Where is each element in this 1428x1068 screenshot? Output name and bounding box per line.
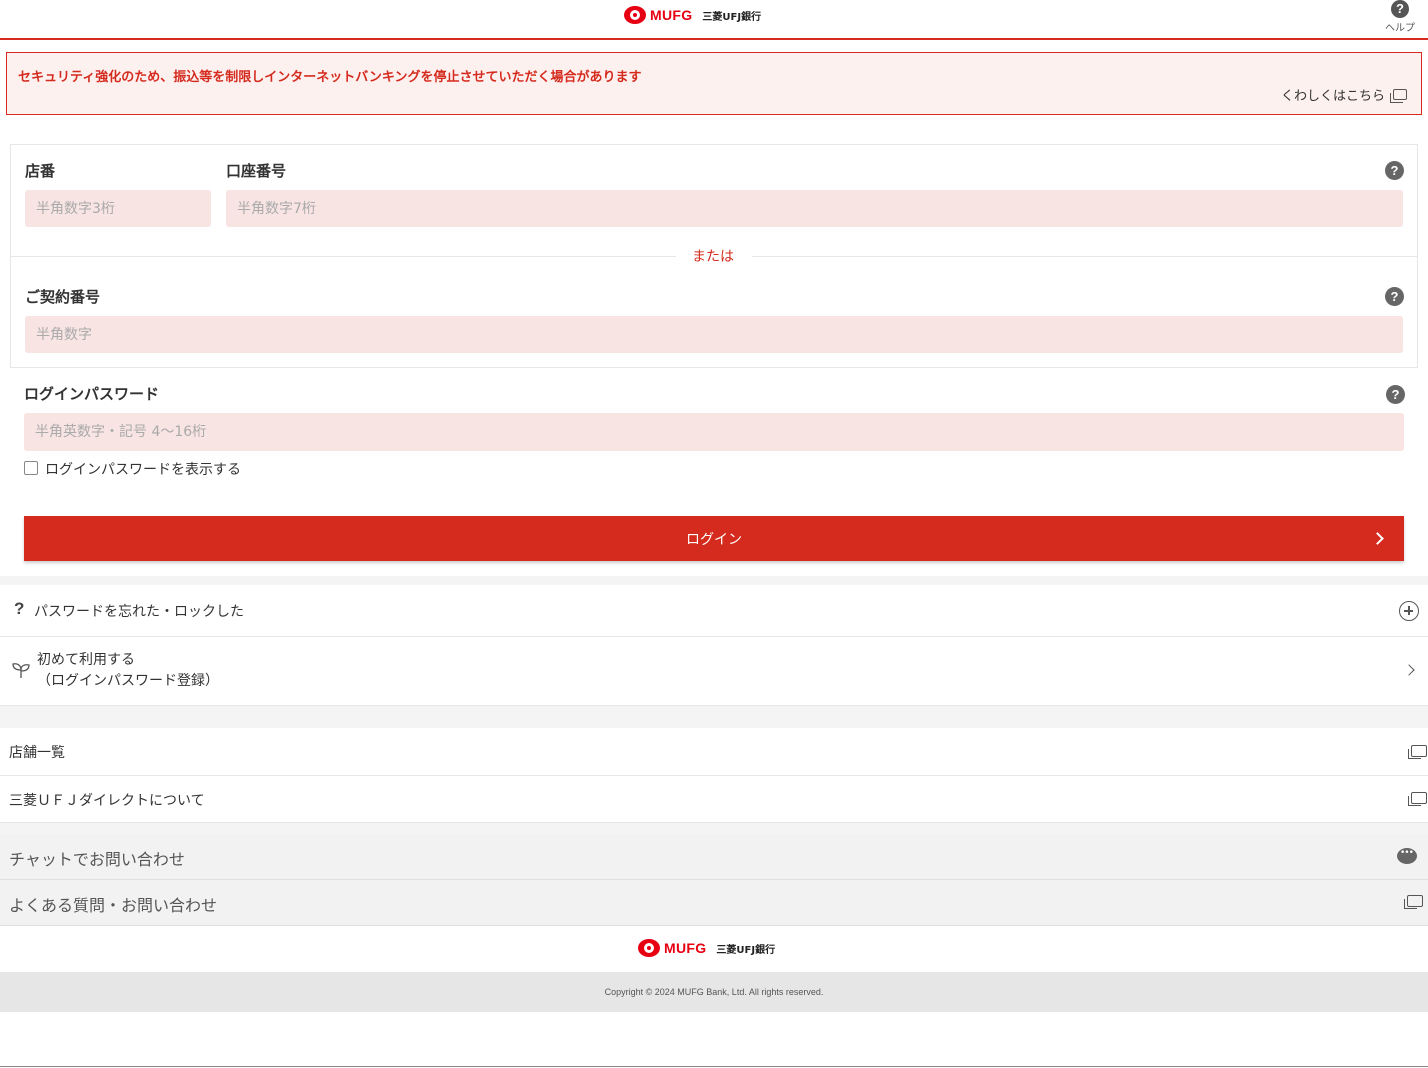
account-number-input[interactable] (226, 190, 1403, 227)
mufg-logo-mark-icon (638, 939, 660, 957)
account-label: 口座番号 (226, 162, 287, 180)
divider-right (752, 256, 1418, 257)
help-icon: ? (1391, 0, 1409, 18)
branch-number-input[interactable] (25, 190, 211, 227)
branch-list-label: 店舗一覧 (9, 745, 65, 761)
mufg-logo[interactable]: MUFG 三菱UFJ銀行 (624, 6, 761, 24)
about-direct-label: 三菱ＵＦＪダイレクトについて (9, 793, 205, 809)
help-label: ヘルプ (1385, 23, 1415, 34)
or-text: または (692, 249, 734, 265)
external-window-icon (1404, 895, 1423, 909)
help-button[interactable]: ? ヘルプ (1382, 0, 1418, 34)
chat-inquiry-row[interactable]: チャットでお問い合わせ (0, 834, 1428, 880)
header: MUFG 三菱UFJ銀行 ? ヘルプ (0, 0, 1428, 40)
footer-logo-sub: 三菱UFJ銀行 (716, 944, 776, 956)
login-button[interactable]: ログイン (24, 516, 1404, 561)
chat-bubble-icon (1397, 848, 1417, 864)
alert-details-link[interactable]: くわしくはこちら (1281, 85, 1407, 104)
external-window-icon (1390, 89, 1407, 103)
help-question-icon[interactable]: ? (1385, 161, 1404, 180)
faq-inquiry-row[interactable]: よくある質問・お問い合わせ (0, 880, 1428, 926)
help-question-icon[interactable]: ? (1385, 287, 1404, 306)
forgot-password-label: パスワードを忘れた・ロックした (34, 604, 244, 620)
question-mark-icon: ? (14, 599, 25, 618)
bottom-border (0, 1066, 1428, 1067)
footer-logo-text: MUFG (664, 940, 707, 956)
password-input[interactable] (24, 413, 1404, 451)
section-spacer (0, 823, 1428, 834)
security-alert: セキュリティ強化のため、振込等を制限しインターネットバンキングを停止させていただ… (6, 52, 1422, 115)
external-window-icon (1408, 792, 1427, 806)
password-label: ログインパスワード (24, 385, 160, 403)
branch-label: 店番 (25, 162, 56, 180)
show-password-checkbox[interactable] (24, 461, 38, 475)
section-spacer (0, 706, 1428, 728)
logo-text: MUFG (650, 7, 693, 23)
alert-message: セキュリティ強化のため、振込等を制限しインターネットバンキングを停止させていただ… (18, 70, 642, 85)
footer-logo-area: MUFG 三菱UFJ銀行 (0, 926, 1428, 972)
section-spacer (0, 576, 1428, 585)
sprout-icon (12, 663, 30, 678)
login-button-label: ログイン (686, 532, 742, 548)
chat-inquiry-label: チャットでお問い合わせ (9, 850, 185, 869)
show-password-label[interactable]: ログインパスワードを表示する (45, 459, 241, 479)
branch-list-row[interactable]: 店舗一覧 (0, 728, 1428, 776)
external-window-icon (1408, 745, 1427, 759)
contract-label: ご契約番号 (25, 288, 101, 306)
plus-circle-icon (1399, 601, 1419, 621)
alert-link-label: くわしくはこちら (1280, 89, 1385, 104)
chevron-right-icon (1403, 664, 1415, 676)
contract-number-input[interactable] (25, 316, 1403, 353)
footer-mufg-logo[interactable]: MUFG 三菱UFJ銀行 (638, 939, 775, 957)
first-time-label-line1: 初めて利用する (37, 652, 135, 668)
first-time-row[interactable]: 初めて利用する （ログインパスワード登録） (0, 637, 1428, 706)
first-time-label-line2: （ログインパスワード登録） (37, 673, 219, 689)
help-question-icon[interactable]: ? (1386, 385, 1405, 404)
faq-inquiry-label: よくある質問・お問い合わせ (9, 896, 218, 915)
copyright: Copyright © 2024 MUFG Bank, Ltd. All rig… (0, 972, 1428, 1012)
logo-sub: 三菱UFJ銀行 (702, 11, 762, 23)
mufg-logo-mark-icon (624, 6, 646, 24)
about-direct-row[interactable]: 三菱ＵＦＪダイレクトについて (0, 776, 1428, 823)
divider-left (10, 256, 676, 257)
forgot-password-row[interactable]: ? パスワードを忘れた・ロックした (0, 585, 1428, 637)
